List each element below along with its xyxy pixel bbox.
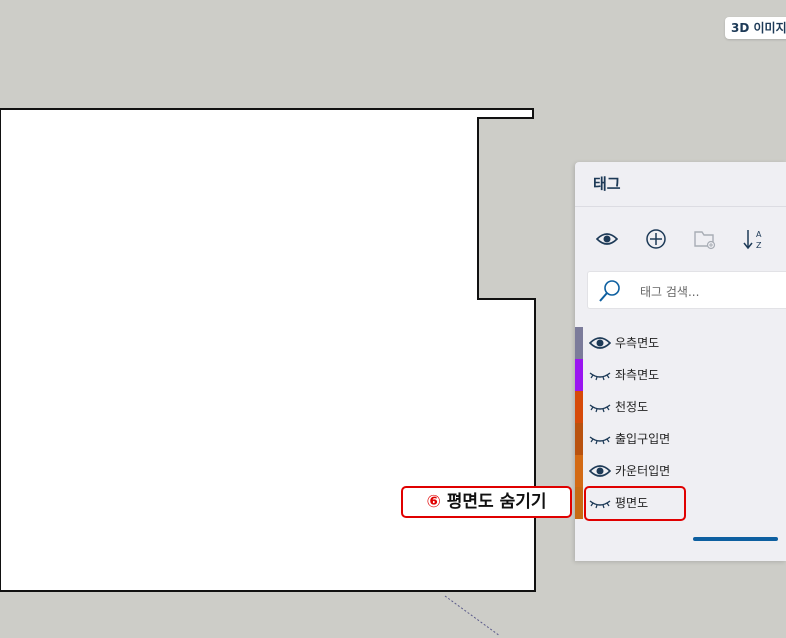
search-input[interactable]: [638, 281, 782, 303]
add-folder-icon[interactable]: [690, 224, 720, 254]
svg-text:Z: Z: [756, 241, 762, 250]
tag-color-swatch[interactable]: [575, 327, 583, 359]
eye-closed-icon[interactable]: [589, 365, 611, 385]
horizontal-scrollbar[interactable]: [693, 537, 778, 541]
tag-label[interactable]: 좌측면도: [615, 359, 659, 391]
tag-row[interactable]: 카운터입면: [575, 455, 786, 487]
view-mode-badge[interactable]: 3D 이미지: [725, 17, 786, 39]
sort-az-icon[interactable]: A Z: [739, 224, 769, 254]
annotation-callout: ⑥ 평면도 숨기기: [401, 486, 572, 518]
tag-label[interactable]: 천정도: [615, 391, 648, 423]
tag-search: [587, 271, 786, 309]
eye-icon[interactable]: [588, 461, 612, 481]
tag-row[interactable]: 좌측면도: [575, 359, 786, 391]
panel-title: 태그: [575, 162, 786, 207]
tag-label[interactable]: 우측면도: [615, 327, 659, 359]
add-tag-icon[interactable]: [641, 224, 671, 254]
annotation-highlight-box: [584, 486, 686, 521]
tag-color-swatch[interactable]: [575, 487, 583, 519]
tag-color-swatch[interactable]: [575, 359, 583, 391]
eye-closed-icon[interactable]: [589, 429, 611, 449]
eye-closed-icon[interactable]: [589, 397, 611, 417]
tags-toolbar: A Z: [575, 220, 786, 256]
tag-row[interactable]: 천정도: [575, 391, 786, 423]
tag-row[interactable]: 우측면도: [575, 327, 786, 359]
search-icon: [597, 278, 623, 308]
tag-color-swatch[interactable]: [575, 391, 583, 423]
eye-icon[interactable]: [588, 333, 612, 353]
tag-label[interactable]: 출입구입면: [615, 423, 670, 455]
tag-color-swatch[interactable]: [575, 423, 583, 455]
annotation-text: 평면도 숨기기: [446, 492, 547, 512]
tag-color-swatch[interactable]: [575, 455, 583, 487]
tag-row[interactable]: 출입구입면: [575, 423, 786, 455]
svg-text:A: A: [756, 230, 762, 239]
tag-label[interactable]: 카운터입면: [615, 455, 670, 487]
eye-icon[interactable]: [592, 224, 622, 254]
annotation-number: ⑥: [426, 492, 441, 512]
